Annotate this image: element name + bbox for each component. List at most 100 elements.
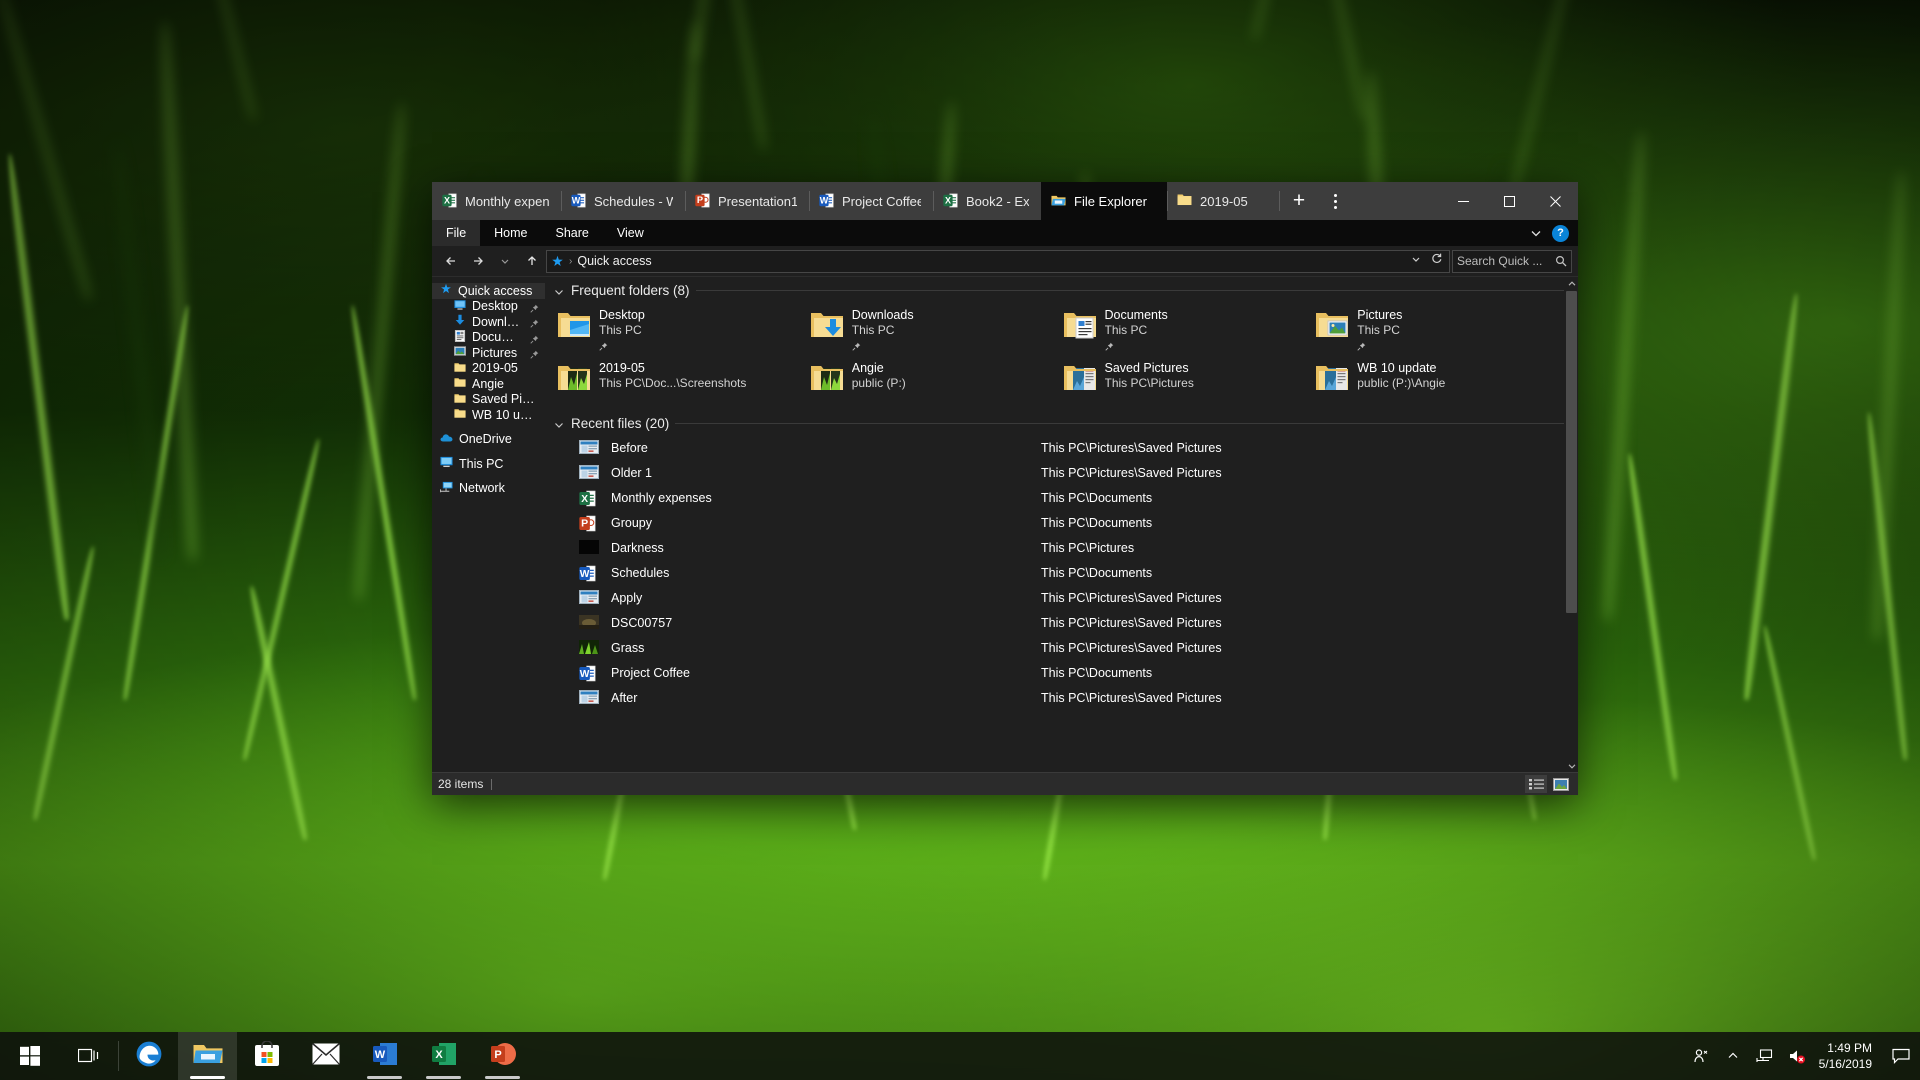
network-tray-icon[interactable]	[1749, 1032, 1781, 1080]
frequent-folder-item[interactable]: Angie public (P:)	[806, 357, 1059, 406]
sidebar-item-pictures[interactable]: Pictures	[432, 345, 545, 361]
recent-file-row[interactable]: W Schedules This PC\Documents	[553, 560, 1564, 585]
window-tab-label: Project Coffee - ...	[842, 193, 921, 209]
recent-file-row[interactable]: DSC00757 This PC\Pictures\Saved Pictures	[553, 610, 1564, 635]
frequent-folder-item[interactable]: Pictures This PC	[1311, 304, 1564, 353]
maximize-button[interactable]	[1486, 182, 1532, 220]
recent-file-row[interactable]: After This PC\Pictures\Saved Pictures	[553, 685, 1564, 710]
sidebar-item-quick-access[interactable]: Quick access	[432, 283, 545, 299]
pin-icon[interactable]	[530, 302, 539, 313]
breadcrumb-quick-access[interactable]: Quick access	[577, 254, 651, 268]
taskbar-item-explorer[interactable]	[178, 1032, 237, 1080]
sidebar-item-label: Quick access	[458, 283, 533, 298]
sidebar-item-desktop[interactable]: Desktop	[432, 299, 545, 315]
minimize-button[interactable]	[1440, 182, 1486, 220]
recent-file-row[interactable]: X Monthly expenses This PC\Documents	[553, 485, 1564, 510]
window-tab-6[interactable]: File Explorer	[1041, 182, 1167, 220]
scroll-down-arrow[interactable]	[1565, 759, 1578, 772]
recent-file-row[interactable]: Before This PC\Pictures\Saved Pictures	[553, 435, 1564, 460]
search-input[interactable]: Search Quick ...	[1452, 249, 1572, 273]
scrollbar-thumb[interactable]	[1566, 291, 1577, 613]
sidebar-item-2019-05[interactable]: 2019-05	[432, 361, 545, 377]
ribbon-tab-view[interactable]: View	[603, 220, 658, 246]
frequent-folder-item[interactable]: WB 10 update public (P:)\Angie	[1311, 357, 1564, 406]
details-view-button[interactable]	[1525, 775, 1547, 793]
close-button[interactable]	[1532, 182, 1578, 220]
recent-file-row[interactable]: W Project Coffee This PC\Documents	[553, 660, 1564, 685]
help-icon[interactable]: ?	[1552, 224, 1569, 242]
sidebar-item-saved-pictures[interactable]: Saved Pictures	[432, 392, 545, 408]
task-view-button[interactable]	[59, 1032, 118, 1080]
frequent-folder-item[interactable]: Desktop This PC	[553, 304, 806, 353]
folder-stack-icon	[1063, 363, 1097, 393]
sidebar-item-downloads[interactable]: Downloads	[432, 314, 545, 330]
refresh-icon[interactable]	[1430, 252, 1443, 270]
show-hidden-icons-chevron[interactable]	[1717, 1032, 1749, 1080]
window-tab-2[interactable]: W Schedules - Word	[561, 182, 685, 220]
forward-button[interactable]	[465, 249, 490, 273]
large-icons-view-button[interactable]	[1550, 775, 1572, 793]
sidebar-item-label: Downloads	[472, 314, 524, 329]
sidebar-item-angie[interactable]: Angie	[432, 376, 545, 392]
recent-file-row[interactable]: Darkness This PC\Pictures	[553, 535, 1564, 560]
people-icon[interactable]	[1685, 1032, 1717, 1080]
sidebar-item-network[interactable]: Network	[432, 481, 545, 497]
recent-file-name: Monthly expenses	[611, 490, 712, 505]
pin-icon[interactable]	[530, 333, 539, 344]
taskbar-item-edge[interactable]	[119, 1032, 178, 1080]
taskbar-item-word[interactable]: W	[355, 1032, 414, 1080]
frequent-folder-item[interactable]: 2019-05 This PC\Doc...\Screenshots	[553, 357, 806, 406]
action-center-button[interactable]	[1884, 1032, 1918, 1080]
sidebar-item-wb-10-update[interactable]: WB 10 update	[432, 407, 545, 423]
frequent-folder-item[interactable]: Downloads This PC	[806, 304, 1059, 353]
chevron-down-icon[interactable]	[1530, 227, 1542, 239]
taskbar-item-store[interactable]	[237, 1032, 296, 1080]
sidebar-item-this-pc[interactable]: This PC	[432, 456, 545, 472]
ribbon-tab-home[interactable]: Home	[480, 220, 541, 246]
tab-options-button[interactable]	[1319, 182, 1351, 220]
recent-file-row[interactable]: Grass This PC\Pictures\Saved Pictures	[553, 635, 1564, 660]
pin-icon[interactable]	[530, 317, 539, 328]
sidebar-item-onedrive[interactable]: OneDrive	[432, 432, 545, 448]
quick-access-star-icon	[552, 255, 563, 266]
ribbon-tab-share[interactable]: Share	[542, 220, 603, 246]
explorer-body: Quick accessDesktop Downloads Documents …	[432, 276, 1578, 772]
address-bar[interactable]: › Quick access	[546, 249, 1450, 273]
window-tab-1[interactable]: X Monthly expens...	[432, 182, 561, 220]
window-tab-4[interactable]: W Project Coffee - ...	[809, 182, 933, 220]
recent-file-row[interactable]: Older 1 This PC\Pictures\Saved Pictures	[553, 460, 1564, 485]
recent-file-row[interactable]: Apply This PC\Pictures\Saved Pictures	[553, 585, 1564, 610]
up-button[interactable]	[519, 249, 544, 273]
folder-pin-row	[1357, 338, 1402, 351]
frequent-folder-item[interactable]: Documents This PC	[1059, 304, 1312, 353]
sidebar-item-documents[interactable]: Documents	[432, 329, 545, 346]
new-tab-button[interactable]: +	[1279, 182, 1319, 220]
recent-file-row[interactable]: P Groupy This PC\Documents	[553, 510, 1564, 535]
window-controls	[1440, 182, 1578, 220]
taskbar-item-excel[interactable]: X	[414, 1032, 473, 1080]
ribbon-tab-file[interactable]: File	[432, 220, 481, 246]
pin-icon[interactable]	[530, 348, 539, 359]
taskbar-item-powerpoint[interactable]: P	[473, 1032, 532, 1080]
volume-muted-icon[interactable]	[1781, 1032, 1813, 1080]
collapse-recent-files-icon[interactable]	[553, 418, 565, 430]
scroll-up-arrow[interactable]	[1565, 277, 1578, 290]
start-button[interactable]	[0, 1032, 59, 1080]
taskbar-item-mail[interactable]	[296, 1032, 355, 1080]
star-icon	[440, 283, 452, 298]
window-tab-3[interactable]: P Presentation1 - ...	[685, 182, 809, 220]
address-history-dropdown[interactable]	[1410, 252, 1422, 270]
back-button[interactable]	[438, 249, 463, 273]
recent-files-title: Recent files (20)	[571, 416, 670, 431]
recent-file-name: Apply	[611, 590, 643, 605]
frequent-folder-item[interactable]: Saved Pictures This PC\Pictures	[1059, 357, 1312, 406]
sidebar-item-label: Angie	[472, 376, 504, 391]
window-tab-5[interactable]: X Book2 - Excel	[933, 182, 1041, 220]
search-icon	[1555, 255, 1567, 267]
vertical-scrollbar[interactable]	[1565, 277, 1578, 772]
collapse-frequent-folders-icon[interactable]	[553, 285, 565, 297]
recent-locations-button[interactable]	[492, 249, 517, 273]
window-tab-7[interactable]: 2019-05	[1167, 182, 1279, 220]
clock[interactable]: 1:49 PM 5/16/2019	[1813, 1032, 1884, 1080]
